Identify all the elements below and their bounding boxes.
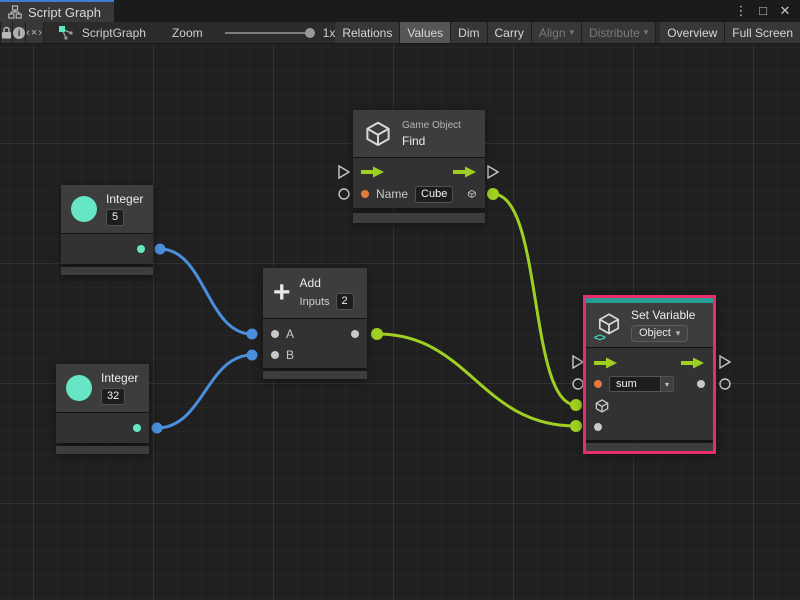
toolbar-middle: ScriptGraph Zoom 1x [44,22,335,43]
port-label-b: B [286,348,294,362]
output-port[interactable] [351,330,359,338]
code-icon: ‹×› [26,27,43,39]
inputs-count-field[interactable]: 2 [336,293,354,310]
flow-in-arrow-icon[interactable] [361,166,385,178]
variable-name-port[interactable] [594,380,602,388]
port-label-a: A [286,327,294,341]
maximize-icon[interactable]: □ [754,1,772,21]
node-category: Game Object [402,120,461,131]
name-value-field[interactable]: Cube [415,186,453,203]
output-port[interactable] [697,380,705,388]
flow-in-arrow-icon[interactable] [594,357,618,369]
output-port[interactable] [133,424,141,432]
code-badge-icon: <> [594,332,605,344]
zoom-value: 1x [323,26,336,40]
chevron-down-icon[interactable]: ▾ [661,376,674,392]
integer-value-field[interactable]: 5 [106,209,124,226]
integer-type-icon [66,375,92,401]
code-preview-button[interactable]: ‹×› [26,22,44,43]
add-icon: + [273,280,291,306]
variable-scope-dropdown[interactable]: Object ▾ [631,325,688,342]
toolbar-button-overview[interactable]: Overview [660,22,725,43]
node-gameobject-find[interactable]: Game Object Find Name Cube [353,110,485,223]
node-title: Integer [106,192,143,206]
inspect-button[interactable]: i [13,22,26,43]
value-input-port[interactable] [594,423,602,431]
input-port-a[interactable] [271,330,279,338]
name-input-port[interactable] [361,190,369,198]
chevron-down-icon: ▾ [570,27,575,38]
menu-icon[interactable]: ⋮ [732,1,750,21]
node-title: Find [402,134,461,148]
script-graph-window: Script Graph ⋮ □ ✕ i ‹×› [0,0,800,600]
lock-button[interactable] [1,22,13,43]
input-port-b[interactable] [271,351,279,359]
integer-type-icon [71,196,97,222]
toolbar-button-fullscreen[interactable]: Full Screen [725,22,800,43]
zoom-slider[interactable] [225,28,315,38]
gameobject-mini-cube-icon[interactable] [467,186,477,202]
node-set-variable[interactable]: <> Set Variable Object ▾ [583,295,716,454]
lock-icon [1,26,12,39]
toolbar-button-dim[interactable]: Dim [451,22,487,43]
close-icon[interactable]: ✕ [776,1,794,21]
integer-value-field[interactable]: 32 [101,388,125,405]
graph-icon [58,25,74,41]
tab-script-graph[interactable]: Script Graph [0,0,114,22]
zoom-label: Zoom [172,26,203,40]
flow-out-arrow-icon[interactable] [453,166,477,178]
info-icon: i [13,27,25,39]
window-controls: ⋮ □ ✕ [732,0,800,22]
hierarchy-icon [8,5,22,19]
set-variable-icon: <> [596,311,622,340]
param-label: Name [376,187,408,201]
graph-toolbar: i ‹×› ScriptGraph Zoom 1x Relations Valu… [0,22,800,44]
toolbar-button-carry[interactable]: Carry [488,22,532,43]
variable-name-dropdown[interactable]: sum ▾ [609,376,674,392]
graph-name: ScriptGraph [82,26,146,40]
gameobject-mini-cube-icon[interactable] [594,398,610,414]
flow-out-arrow-icon[interactable] [681,357,705,369]
toolbar-button-distribute[interactable]: Distribute ▾ [582,22,656,43]
inputs-label: Inputs [300,296,330,308]
node-title: Add [300,276,354,290]
gameobject-cube-icon [363,119,393,149]
node-add[interactable]: + Add Inputs 2 A B [263,268,367,379]
tab-title: Script Graph [28,5,101,20]
toolbar-button-align[interactable]: Align ▾ [532,22,582,43]
toolbar-button-relations[interactable]: Relations [335,22,400,43]
node-integer-5[interactable]: Integer 5 [61,185,153,275]
toolbar-button-values[interactable]: Values [400,22,451,43]
chevron-down-icon: ▾ [644,27,649,38]
node-title: Integer [101,371,138,385]
node-title: Set Variable [631,308,695,322]
zoom-slider-handle[interactable] [305,28,315,38]
chevron-down-icon: ▾ [676,326,681,341]
output-port[interactable] [137,245,145,253]
node-integer-32[interactable]: Integer 32 [56,364,149,454]
tab-bar: Script Graph ⋮ □ ✕ [0,0,800,22]
